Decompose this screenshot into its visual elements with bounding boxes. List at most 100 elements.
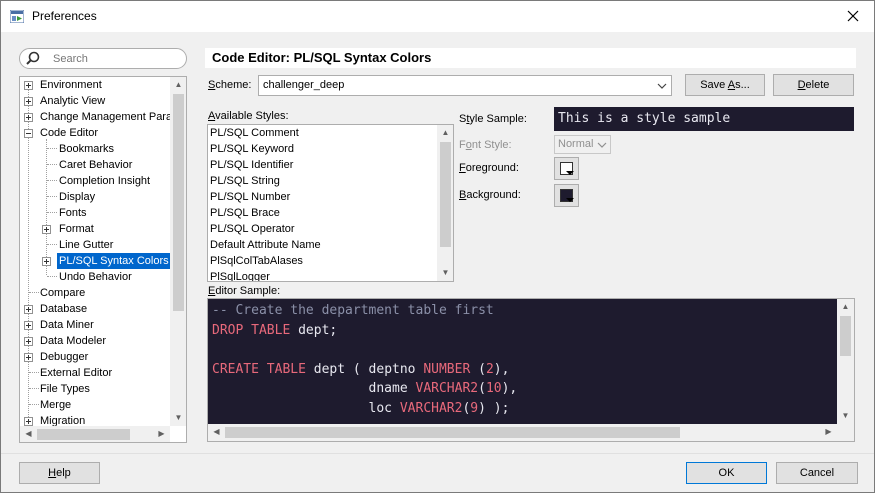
scheme-select[interactable]: challenger_deep bbox=[258, 75, 672, 96]
list-item[interactable]: PlSqlLogger bbox=[210, 269, 270, 281]
editor-sample[interactable]: -- Create the department table first DRO… bbox=[207, 298, 855, 442]
page-title: Code Editor: PL/SQL Syntax Colors bbox=[205, 48, 856, 68]
tree-vertical-scrollbar[interactable]: ▲ ▼ bbox=[170, 77, 186, 426]
editor-vertical-scrollbar[interactable]: ▲ ▼ bbox=[837, 299, 854, 424]
preferences-tree[interactable]: Environment Analytic View Change Managem… bbox=[19, 76, 187, 443]
dropdown-arrow-icon bbox=[566, 171, 574, 175]
tree-item-compare[interactable]: Compare bbox=[40, 285, 85, 301]
app-icon bbox=[10, 10, 24, 23]
tree-item-merge[interactable]: Merge bbox=[40, 397, 71, 413]
scroll-thumb[interactable] bbox=[440, 142, 451, 247]
ok-button[interactable]: OK bbox=[686, 462, 767, 484]
cancel-button[interactable]: Cancel bbox=[776, 462, 858, 484]
scheme-label: Scheme: bbox=[208, 79, 252, 91]
scroll-thumb[interactable] bbox=[840, 316, 851, 356]
dropdown-arrow-icon bbox=[566, 198, 574, 202]
tree-connector bbox=[47, 212, 57, 213]
scroll-thumb[interactable] bbox=[225, 427, 680, 438]
style-sample-label: Style Sample: bbox=[459, 113, 527, 125]
scroll-up-icon[interactable]: ▲ bbox=[437, 125, 453, 141]
preferences-window: Preferences Search Environment Analytic … bbox=[0, 0, 875, 493]
scroll-up-icon[interactable]: ▲ bbox=[837, 299, 854, 315]
tree-connector bbox=[29, 372, 39, 373]
tree-item-display[interactable]: Display bbox=[59, 189, 95, 205]
scroll-left-icon[interactable]: ◀ bbox=[20, 426, 37, 442]
tree-connector bbox=[47, 196, 57, 197]
scroll-right-icon[interactable]: ▶ bbox=[153, 426, 170, 442]
list-item[interactable]: PL/SQL Keyword bbox=[210, 141, 294, 157]
font-style-value: Normal bbox=[558, 138, 594, 150]
background-color-button[interactable] bbox=[554, 184, 579, 207]
foreground-color-button[interactable] bbox=[554, 157, 579, 180]
search-field[interactable]: Search bbox=[19, 48, 187, 69]
expand-icon[interactable] bbox=[24, 353, 33, 362]
expand-icon[interactable] bbox=[24, 113, 33, 122]
tree-item-undo-behavior[interactable]: Undo Behavior bbox=[59, 269, 132, 285]
tree-connector bbox=[47, 148, 57, 149]
tree-item-bookmarks[interactable]: Bookmarks bbox=[59, 141, 114, 157]
font-style-label: Font Style: bbox=[459, 139, 512, 151]
expand-icon[interactable] bbox=[24, 417, 33, 426]
styles-vertical-scrollbar[interactable]: ▲ ▼ bbox=[437, 125, 453, 281]
scroll-down-icon[interactable]: ▼ bbox=[837, 408, 854, 424]
chevron-down-icon bbox=[597, 142, 607, 148]
expand-icon[interactable] bbox=[42, 225, 51, 234]
editor-code: -- Create the department table first DRO… bbox=[212, 303, 518, 416]
list-item[interactable]: PL/SQL String bbox=[210, 173, 280, 189]
tree-item-line-gutter[interactable]: Line Gutter bbox=[59, 237, 113, 253]
scroll-down-icon[interactable]: ▼ bbox=[170, 410, 186, 426]
tree-connector bbox=[29, 292, 39, 293]
list-item[interactable]: Default Attribute Name bbox=[210, 237, 321, 253]
chevron-down-icon bbox=[657, 83, 667, 89]
list-item[interactable]: PlSqlColTabAlases bbox=[210, 253, 303, 269]
scroll-thumb[interactable] bbox=[37, 429, 130, 440]
search-placeholder: Search bbox=[53, 53, 88, 65]
style-sample-preview: This is a style sample bbox=[554, 107, 854, 131]
window-title: Preferences bbox=[32, 9, 97, 23]
foreground-label: Foreground: bbox=[459, 162, 519, 174]
expand-icon[interactable] bbox=[24, 81, 33, 90]
expand-icon[interactable] bbox=[42, 257, 51, 266]
scroll-up-icon[interactable]: ▲ bbox=[170, 77, 186, 93]
collapse-icon[interactable] bbox=[24, 129, 33, 138]
tree-connector bbox=[46, 139, 47, 275]
delete-button[interactable]: Delete bbox=[773, 74, 854, 96]
scroll-down-icon[interactable]: ▼ bbox=[437, 265, 453, 281]
scroll-left-icon[interactable]: ◀ bbox=[208, 424, 225, 440]
expand-icon[interactable] bbox=[24, 97, 33, 106]
title-bar[interactable]: Preferences bbox=[1, 1, 874, 32]
available-styles-label: Available Styles: bbox=[208, 110, 289, 122]
scroll-right-icon[interactable]: ▶ bbox=[820, 424, 837, 440]
save-as-button[interactable]: Save As... bbox=[685, 74, 765, 96]
scroll-thumb[interactable] bbox=[173, 94, 184, 311]
close-button[interactable] bbox=[838, 5, 868, 27]
tree-item-completion-insight[interactable]: Completion Insight bbox=[59, 173, 150, 189]
tree-horizontal-scrollbar[interactable]: ◀ ▶ bbox=[20, 426, 170, 442]
scheme-value: challenger_deep bbox=[263, 79, 345, 91]
expand-icon[interactable] bbox=[24, 337, 33, 346]
list-item[interactable]: PL/SQL Number bbox=[210, 189, 290, 205]
tree-connector bbox=[29, 404, 39, 405]
expand-icon[interactable] bbox=[24, 305, 33, 314]
tree-connector bbox=[47, 276, 57, 277]
expand-icon[interactable] bbox=[24, 321, 33, 330]
tree-connector bbox=[47, 164, 57, 165]
tree-connector bbox=[47, 244, 57, 245]
editor-horizontal-scrollbar[interactable]: ◀ ▶ bbox=[208, 424, 854, 441]
tree-item-external-editor[interactable]: External Editor bbox=[40, 365, 112, 381]
font-style-select[interactable]: Normal bbox=[554, 135, 611, 154]
footer-divider bbox=[1, 453, 874, 454]
tree-item-caret-behavior[interactable]: Caret Behavior bbox=[59, 157, 132, 173]
list-item[interactable]: PL/SQL Brace bbox=[210, 205, 280, 221]
tree-item-file-types[interactable]: File Types bbox=[40, 381, 90, 397]
help-button[interactable]: Help bbox=[19, 462, 100, 484]
tree-connector bbox=[47, 180, 57, 181]
list-item[interactable]: PL/SQL Comment bbox=[210, 125, 299, 141]
list-item[interactable]: PL/SQL Operator bbox=[210, 221, 295, 237]
close-icon bbox=[847, 10, 859, 22]
list-item[interactable]: PL/SQL Identifier bbox=[210, 157, 293, 173]
search-icon bbox=[26, 51, 40, 65]
tree-connector bbox=[29, 388, 39, 389]
available-styles-list[interactable]: PL/SQL Comment PL/SQL Keyword PL/SQL Ide… bbox=[207, 124, 454, 282]
tree-item-fonts[interactable]: Fonts bbox=[59, 205, 87, 221]
